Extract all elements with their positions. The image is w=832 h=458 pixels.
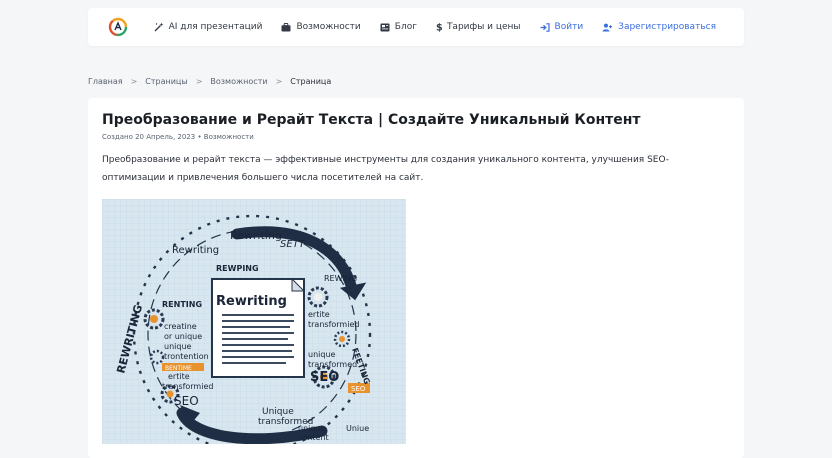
main-nav: AI для презентаций Возможности Блог $ Та… bbox=[154, 8, 716, 46]
nav-login[interactable]: Войти bbox=[540, 22, 584, 32]
svg-text:trontention: trontention bbox=[164, 352, 209, 361]
svg-text:REWING: REWING bbox=[324, 274, 357, 283]
svg-text:transformied: transformied bbox=[308, 320, 359, 329]
image-text: Rewriting bbox=[216, 294, 287, 309]
nav-pricing[interactable]: $ Тарифы и цены bbox=[436, 22, 521, 32]
ai-ring-logo[interactable] bbox=[108, 17, 128, 37]
svg-text:REWPING: REWPING bbox=[216, 264, 259, 273]
article-meta: Создано 20 Апрель, 2023 • Возможности bbox=[102, 133, 254, 141]
page-title: Преобразование и Рерайт Текста | Создайт… bbox=[102, 112, 641, 128]
breadcrumb-pages[interactable]: Страницы bbox=[145, 77, 187, 86]
nav-pricing-label: Тарифы и цены bbox=[446, 22, 521, 32]
nav-features-label: Возможности bbox=[296, 22, 361, 32]
article-hero-image: Rewriting Rewriting SETT Rewriting REWPI… bbox=[102, 199, 406, 444]
breadcrumb: Главная > Страницы > Возможности > Стран… bbox=[88, 77, 331, 86]
svg-text:ertite: ertite bbox=[168, 372, 190, 381]
user-plus-icon bbox=[602, 23, 613, 31]
nav-ai-presentations-label: AI для презентаций bbox=[168, 22, 263, 32]
svg-text:RENTING: RENTING bbox=[162, 300, 202, 309]
breadcrumb-separator: > bbox=[275, 77, 283, 86]
svg-text:creatine: creatine bbox=[164, 322, 197, 331]
newspaper-icon bbox=[380, 23, 390, 31]
breadcrumb-separator: > bbox=[130, 77, 138, 86]
dollar-icon: $ bbox=[436, 23, 442, 33]
svg-text:Rewriting: Rewriting bbox=[172, 245, 219, 256]
article-card: Преобразование и Рерайт Текста | Создайт… bbox=[88, 98, 744, 458]
svg-text:ertite: ertite bbox=[308, 310, 330, 319]
magic-wand-icon bbox=[154, 22, 164, 32]
svg-text:$: $ bbox=[436, 23, 442, 33]
nav-blog[interactable]: Блог bbox=[380, 22, 417, 32]
breadcrumb-current-page: Страница bbox=[290, 77, 332, 86]
nav-register[interactable]: Зарегистрироваться bbox=[602, 22, 716, 32]
svg-text:Uniue: Uniue bbox=[346, 424, 369, 433]
svg-text:SEO: SEO bbox=[174, 394, 199, 408]
briefcase-icon bbox=[281, 22, 291, 31]
breadcrumb-features[interactable]: Возможности bbox=[210, 77, 267, 86]
svg-text:unique: unique bbox=[164, 342, 192, 351]
nav-login-label: Войти bbox=[554, 22, 584, 32]
nav-blog-label: Блог bbox=[394, 22, 417, 32]
svg-text:Unique: Unique bbox=[262, 407, 294, 417]
sign-in-icon bbox=[540, 22, 550, 32]
svg-text:unique: unique bbox=[298, 424, 326, 433]
nav-ai-presentations[interactable]: AI для презентаций bbox=[154, 22, 263, 32]
svg-text:Rewriting: Rewriting bbox=[230, 229, 282, 242]
nav-features[interactable]: Возможности bbox=[281, 22, 361, 32]
svg-text:SETT: SETT bbox=[280, 239, 306, 250]
nav-register-label: Зарегистрироваться bbox=[618, 22, 716, 32]
svg-text:unique: unique bbox=[308, 350, 336, 359]
top-navigation-bar: AI для презентаций Возможности Блог $ Та… bbox=[88, 8, 744, 46]
svg-text:SEO: SEO bbox=[310, 370, 339, 385]
svg-text:transformed: transformed bbox=[308, 360, 357, 369]
svg-text:SEO: SEO bbox=[351, 385, 366, 393]
article-intro: Преобразование и рерайт текста — эффекти… bbox=[102, 155, 670, 183]
svg-text:or unique: or unique bbox=[164, 332, 202, 341]
svg-text:transformied: transformied bbox=[162, 382, 213, 391]
breadcrumb-separator: > bbox=[195, 77, 203, 86]
svg-text:BENTIME: BENTIME bbox=[165, 365, 192, 372]
breadcrumb-home[interactable]: Главная bbox=[88, 77, 123, 86]
